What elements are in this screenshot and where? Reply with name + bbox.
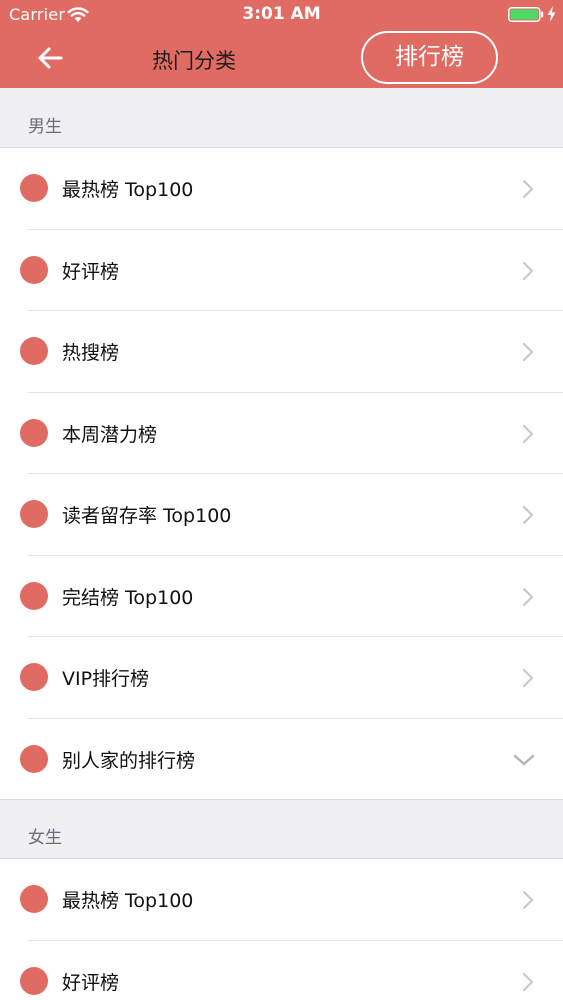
chevron-right-icon <box>522 505 534 525</box>
bullet-dot-icon <box>20 418 48 447</box>
bullet-dot-icon <box>20 255 48 284</box>
list-item[interactable]: 好评榜 <box>0 941 563 1000</box>
bullet-dot-icon <box>20 500 48 528</box>
page-title: 热门分类 <box>152 49 236 73</box>
list-item-label: VIP排行榜 <box>62 668 150 690</box>
nav-bar: 热门分类 排行榜 <box>0 30 563 88</box>
bullet-dot-icon <box>20 581 48 610</box>
list-item[interactable]: VIP排行榜 <box>0 637 563 719</box>
list-item[interactable]: 完结榜 Top100 <box>0 556 563 638</box>
chevron-right-icon <box>522 587 534 606</box>
chevron-right-icon <box>522 890 534 910</box>
list-item-label: 本周潜力榜 <box>62 423 158 446</box>
list-item-label: 读者留存率 Top100 <box>62 505 232 527</box>
arrow-left-icon[interactable] <box>36 44 64 72</box>
section-header-female: 女生 <box>0 800 563 859</box>
list-item[interactable]: 最热榜 Top100 <box>0 148 563 230</box>
hot-categories-screen: Carrier 3:01 AM 热门分类 排行榜 男生 最热榜 Top100 好… <box>0 0 563 1000</box>
chevron-right-icon <box>522 342 534 362</box>
chevron-right-icon <box>522 424 534 443</box>
list-item[interactable]: 本周潜力榜 <box>0 393 563 475</box>
section-header-male: 男生 <box>0 88 563 148</box>
bullet-dot-icon <box>20 966 48 995</box>
list-item-label: 最热榜 Top100 <box>62 179 194 201</box>
chevron-right-icon <box>522 668 534 688</box>
app-header: Carrier 3:01 AM 热门分类 排行榜 <box>0 0 563 88</box>
status-bar: Carrier 3:01 AM <box>0 0 563 30</box>
ranking-button[interactable]: 排行榜 <box>361 31 498 84</box>
bullet-dot-icon <box>20 885 48 913</box>
charging-bolt-icon <box>547 6 556 22</box>
section-title: 男生 <box>28 117 62 137</box>
chevron-right-icon <box>522 972 534 991</box>
list-item[interactable]: 最热榜 Top100 <box>0 859 563 941</box>
list-item-label: 别人家的排行榜 <box>62 749 196 772</box>
chevron-down-icon <box>513 754 535 765</box>
chevron-right-icon <box>522 179 534 199</box>
list-item-label: 好评榜 <box>62 260 120 283</box>
list-item[interactable]: 热搜榜 <box>0 311 563 393</box>
female-ranking-list: 最热榜 Top100 好评榜 <box>0 859 563 1000</box>
bullet-dot-icon <box>20 337 48 365</box>
list-item-expandable[interactable]: 别人家的排行榜 <box>0 719 563 801</box>
battery-icon <box>508 7 544 22</box>
male-ranking-list: 最热榜 Top100 好评榜 热搜榜 本周潜力榜 读者留存率 Top100 完结… <box>0 148 563 800</box>
list-item-label: 好评榜 <box>62 971 120 994</box>
list-item-label: 最热榜 Top100 <box>62 890 194 912</box>
list-item[interactable]: 读者留存率 Top100 <box>0 474 563 556</box>
list-item[interactable]: 好评榜 <box>0 230 563 312</box>
status-time: 3:01 AM <box>242 4 321 24</box>
list-item-label: 完结榜 Top100 <box>62 586 194 609</box>
bullet-dot-icon <box>20 663 48 691</box>
list-item-label: 热搜榜 <box>62 342 120 364</box>
bullet-dot-icon <box>20 174 48 202</box>
chevron-right-icon <box>522 261 534 280</box>
bullet-dot-icon <box>20 744 48 773</box>
section-title: 女生 <box>28 828 62 848</box>
